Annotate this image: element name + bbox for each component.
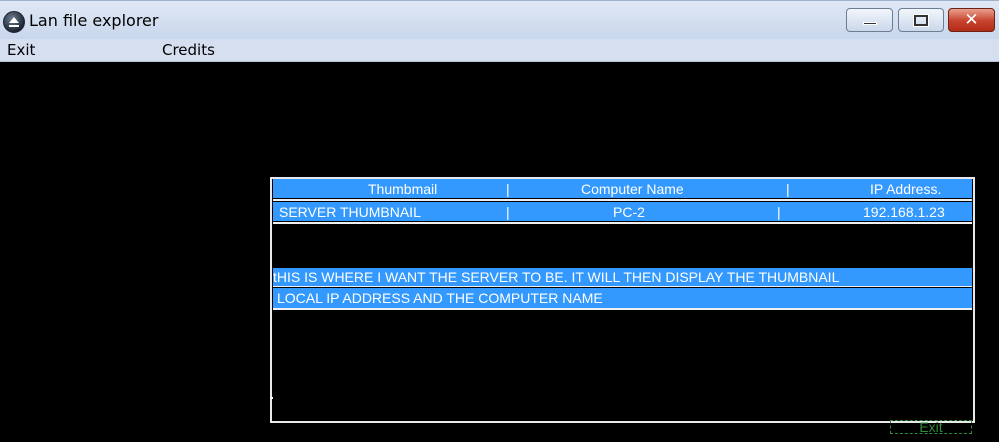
menu-exit[interactable]: Exit xyxy=(7,41,35,59)
server-list-panel[interactable]: Thumbmail | Computer Name | IP Address. … xyxy=(270,177,975,423)
menu-bar: Exit Credits xyxy=(0,39,999,62)
divider xyxy=(273,286,972,287)
row-computer-name: PC-2 xyxy=(613,204,645,220)
table-row[interactable]: SERVER THUMBNAIL | PC-2 | 192.168.1.23 xyxy=(273,202,972,221)
exit-button[interactable]: Exit xyxy=(890,420,972,434)
divider xyxy=(273,308,972,310)
row-thumbnail: SERVER THUMBNAIL xyxy=(279,204,421,220)
row-separator: | xyxy=(777,204,781,220)
divider xyxy=(273,199,972,201)
list-item[interactable]: tHIS IS WHERE I WANT THE SERVER TO BE. I… xyxy=(273,268,972,286)
header-computer-name[interactable]: Computer Name xyxy=(581,181,684,197)
header-ip-address[interactable]: IP Address. xyxy=(870,181,941,197)
app-globe-icon[interactable] xyxy=(3,11,25,33)
close-button[interactable]: ✕ xyxy=(948,8,995,32)
window-title: Lan file explorer xyxy=(29,11,159,30)
header-thumbnail[interactable]: Thumbmail xyxy=(368,181,437,197)
maximize-icon xyxy=(913,14,929,27)
minimize-icon xyxy=(863,22,877,25)
close-icon: ✕ xyxy=(964,10,979,30)
maximize-button[interactable] xyxy=(898,8,944,32)
list-header: Thumbmail | Computer Name | IP Address. xyxy=(273,179,972,198)
cursor-mark xyxy=(271,397,273,399)
minimize-button[interactable] xyxy=(846,8,893,32)
divider xyxy=(273,222,972,224)
row-separator: | xyxy=(506,204,510,220)
note-line-2: LOCAL IP ADDRESS AND THE COMPUTER NAME xyxy=(277,290,603,306)
menu-credits[interactable]: Credits xyxy=(162,41,215,59)
header-separator: | xyxy=(786,181,790,197)
header-separator: | xyxy=(506,181,510,197)
row-ip-address: 192.168.1.23 xyxy=(863,204,945,220)
note-line-1: tHIS IS WHERE I WANT THE SERVER TO BE. I… xyxy=(273,269,840,285)
title-bar: Lan file explorer ✕ xyxy=(0,0,999,39)
list-item[interactable]: LOCAL IP ADDRESS AND THE COMPUTER NAME xyxy=(273,288,972,308)
eject-glyph xyxy=(9,17,19,27)
